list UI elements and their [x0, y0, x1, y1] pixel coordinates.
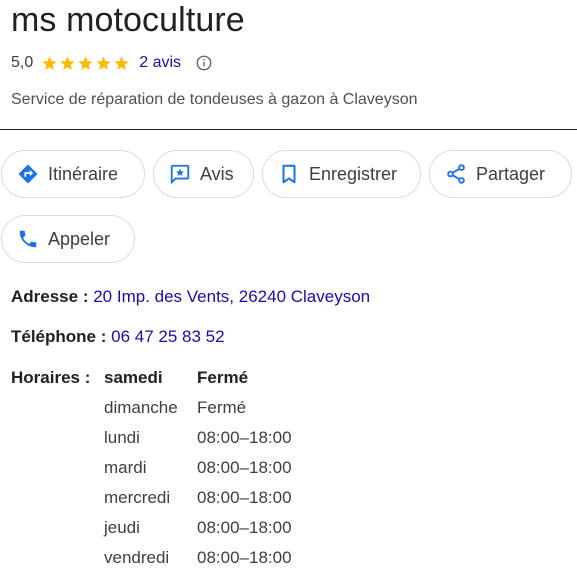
write-review-button[interactable]: Avis: [153, 150, 254, 198]
directions-button[interactable]: Itinéraire: [1, 150, 145, 198]
hours-time: 08:00–18:00: [197, 548, 292, 567]
hours-time: 08:00–18:00: [197, 518, 292, 537]
divider: [0, 129, 577, 130]
phone-row: Téléphone : 06 47 25 83 52: [11, 326, 225, 348]
hours-day: mardi: [104, 458, 147, 477]
phone-link[interactable]: 06 47 25 83 52: [111, 327, 224, 346]
hours-time: Fermé: [197, 368, 249, 387]
rating-value: 5,0: [11, 54, 34, 71]
save-label: Enregistrer: [309, 163, 398, 184]
hours-day: dimanche: [104, 398, 178, 417]
write-review-label: Avis: [200, 163, 234, 184]
phone-label: Téléphone :: [11, 327, 107, 346]
star-icon: [114, 55, 129, 70]
star-icon: [60, 55, 75, 70]
hours-table[interactable]: samedi Fermé dimanche Fermé lundi 08:00–…: [104, 367, 292, 577]
hours-time: 08:00–18:00: [197, 428, 292, 447]
share-icon: [447, 164, 465, 184]
hours-time: Fermé: [197, 398, 247, 417]
hours-row: lundi 08:00–18:00: [104, 427, 292, 457]
share-label: Partager: [476, 163, 546, 184]
rating-row: 5,0 2 avis: [11, 52, 213, 74]
phone-icon: [19, 230, 37, 248]
hours-day: samedi: [104, 368, 163, 387]
address-row: Adresse : 20 Imp. des Vents, 26240 Clave…: [11, 286, 370, 308]
call-button[interactable]: Appeler: [1, 215, 135, 263]
star-icon: [96, 55, 111, 70]
share-button[interactable]: Partager: [429, 150, 572, 198]
star-icon: [42, 55, 57, 70]
hours-row: jeudi 08:00–18:00: [104, 517, 292, 547]
hours-day: vendredi: [104, 548, 170, 567]
save-button[interactable]: Enregistrer: [262, 150, 421, 198]
hours-row: vendredi 08:00–18:00: [104, 547, 292, 577]
hours-row: mercredi 08:00–18:00: [104, 487, 292, 517]
business-category: Service de réparation de tondeuses à gaz…: [11, 91, 418, 108]
business-name: ms motoculture: [11, 1, 245, 39]
reviews-link[interactable]: 2 avis: [139, 54, 181, 72]
bookmark-icon: [282, 164, 296, 184]
hours-day: lundi: [104, 428, 140, 447]
hours-time: 08:00–18:00: [197, 458, 292, 477]
hours-row: samedi Fermé: [104, 367, 292, 397]
review-star-icon: [170, 164, 190, 185]
info-circle-icon[interactable]: [195, 54, 213, 72]
directions-label: Itinéraire: [48, 163, 119, 184]
call-label: Appeler: [48, 228, 111, 249]
hours-row: dimanche Fermé: [104, 397, 292, 427]
star-rating: [41, 55, 131, 72]
star-icon: [78, 55, 93, 70]
hours-label: Horaires :: [11, 368, 91, 387]
directions-diamond-icon: [18, 164, 38, 184]
hours-time: 08:00–18:00: [197, 488, 292, 507]
address-label: Adresse :: [11, 287, 89, 306]
hours-day: mercredi: [104, 488, 171, 507]
hours-day: jeudi: [104, 518, 140, 537]
address-link[interactable]: 20 Imp. des Vents, 26240 Claveyson: [93, 287, 370, 306]
hours-row: mardi 08:00–18:00: [104, 457, 292, 487]
